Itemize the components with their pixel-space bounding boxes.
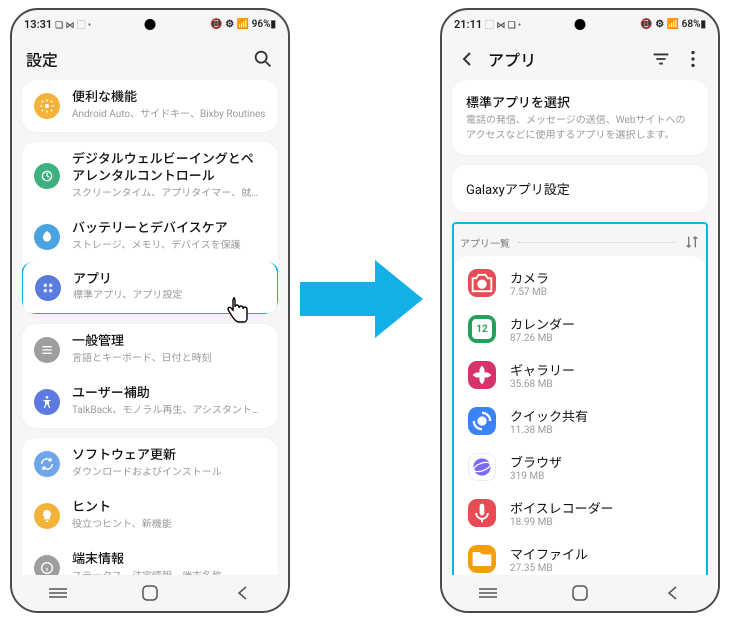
app-list-header: アプリ一覧 bbox=[454, 226, 706, 256]
page-title: 設定 bbox=[26, 47, 242, 71]
status-time: 13:31 bbox=[24, 18, 52, 31]
app-size: 11.38 MB bbox=[510, 425, 588, 436]
general-icon bbox=[34, 337, 60, 363]
apps-scroll[interactable]: 標準アプリを選択 電話の発信、メッセージの送信、Webサイトへのアクセスなどに使… bbox=[442, 80, 718, 575]
item-sub: Android Auto、サイドキー、Bixby Routines bbox=[72, 108, 266, 122]
app-name: クイック共有 bbox=[510, 406, 588, 425]
settings-item-tips[interactable]: ヒント 役立つヒント、新機能 bbox=[22, 490, 278, 542]
nav-home[interactable] bbox=[560, 585, 600, 601]
apps-icon bbox=[35, 275, 61, 301]
item-title: ヒント bbox=[72, 500, 266, 517]
nav-back[interactable] bbox=[222, 585, 262, 601]
app-name: カレンダー bbox=[510, 314, 575, 333]
status-left-icons: ❏ ⋈ ⬚ • bbox=[55, 18, 91, 31]
default-apps-title[interactable]: 標準アプリを選択 bbox=[452, 80, 708, 113]
tips-icon bbox=[34, 503, 60, 529]
app-name: ボイスレコーダー bbox=[510, 498, 614, 517]
nav-back[interactable] bbox=[652, 585, 692, 601]
browser-icon bbox=[468, 453, 496, 481]
item-title: アプリ bbox=[73, 272, 265, 289]
app-list-label: アプリ一覧 bbox=[460, 235, 510, 250]
app-list: カメラ7.57 MB 12 カレンダー87.26 MB ギャラリー35.68 M… bbox=[454, 256, 706, 575]
camera-hole bbox=[575, 19, 586, 30]
app-name: マイファイル bbox=[510, 544, 588, 563]
default-apps-sub: 電話の発信、メッセージの送信、Webサイトへのアクセスなどに使用するアプリを選択… bbox=[452, 113, 708, 155]
item-title: 端末情報 bbox=[72, 552, 266, 569]
share-icon bbox=[468, 407, 496, 435]
gear-plus-icon bbox=[34, 93, 60, 119]
item-sub: ダウンロードおよびインストール bbox=[72, 466, 266, 480]
item-title: デジタルウェルビーイングとペアレンタルコントロール bbox=[72, 152, 266, 186]
item-sub: 言語とキーボード、日付と時刻 bbox=[72, 352, 266, 366]
voice-icon bbox=[468, 499, 496, 527]
app-item-camera[interactable]: カメラ7.57 MB bbox=[454, 260, 706, 306]
app-item-voice[interactable]: ボイスレコーダー18.99 MB bbox=[454, 490, 706, 536]
cursor-hand-icon bbox=[222, 294, 254, 330]
battery-care-icon bbox=[34, 224, 60, 250]
app-item-calendar[interactable]: 12 カレンダー87.26 MB bbox=[454, 306, 706, 352]
status-left-icons: ⬚ ⋈ ❏ • bbox=[485, 18, 521, 31]
more-icon[interactable] bbox=[682, 48, 704, 70]
filter-icon[interactable] bbox=[650, 48, 672, 70]
app-name: ギャラリー bbox=[510, 360, 575, 379]
app-list-highlight: アプリ一覧 カメラ7.57 MB 12 カレンダー87.26 MB ギャラリー3… bbox=[452, 222, 708, 575]
nav-home[interactable] bbox=[130, 585, 170, 601]
settings-item-battery[interactable]: バッテリーとデバイスケア ストレージ、メモリ、デバイスを保護 bbox=[22, 211, 278, 263]
status-right-icons: 📵 ⚙ 📶 96%▮ bbox=[210, 19, 276, 30]
app-size: 27.35 MB bbox=[510, 563, 588, 574]
app-item-quickshare[interactable]: クイック共有11.38 MB bbox=[454, 398, 706, 444]
status-time: 21:11 bbox=[454, 18, 482, 31]
app-size: 35.68 MB bbox=[510, 379, 575, 390]
page-title: アプリ bbox=[488, 47, 640, 71]
app-item-myfiles[interactable]: マイファイル27.35 MB bbox=[454, 536, 706, 575]
back-button[interactable] bbox=[456, 48, 478, 70]
app-name: カメラ bbox=[510, 268, 549, 287]
nav-bar bbox=[12, 575, 288, 611]
camera-hole bbox=[145, 19, 156, 30]
nav-recent[interactable] bbox=[468, 587, 508, 599]
item-sub: ストレージ、メモリ、デバイスを保護 bbox=[72, 239, 266, 253]
sort-icon[interactable] bbox=[684, 234, 700, 250]
item-title: 一般管理 bbox=[72, 334, 266, 351]
app-size: 18.99 MB bbox=[510, 517, 614, 528]
search-icon[interactable] bbox=[252, 48, 274, 70]
app-size: 87.26 MB bbox=[510, 333, 575, 344]
title-bar: 設定 bbox=[12, 38, 288, 80]
app-name: ブラウザ bbox=[510, 452, 562, 471]
wellbeing-icon bbox=[34, 163, 60, 189]
item-sub: 役立つヒント、新機能 bbox=[72, 518, 266, 532]
app-item-gallery[interactable]: ギャラリー35.68 MB bbox=[454, 352, 706, 398]
app-size: 319 MB bbox=[510, 471, 562, 482]
item-title: ソフトウェア更新 bbox=[72, 448, 266, 465]
status-right-icons: 📵 ⚙ 📶 68%▮ bbox=[640, 19, 706, 30]
app-item-browser[interactable]: ブラウザ319 MB bbox=[454, 444, 706, 490]
app-size: 7.57 MB bbox=[510, 287, 549, 298]
settings-item-general[interactable]: 一般管理 言語とキーボード、日付と時刻 bbox=[22, 324, 278, 376]
item-sub: スクリーンタイム、アプリタイマー、就寝モード bbox=[72, 187, 266, 201]
accessibility-icon bbox=[34, 389, 60, 415]
item-sub: TalkBack、モノラル再生、アシスタントメニュー bbox=[72, 404, 266, 418]
update-icon bbox=[34, 451, 60, 477]
settings-item-accessibility[interactable]: ユーザー補助 TalkBack、モノラル再生、アシスタントメニュー bbox=[22, 376, 278, 428]
item-title: バッテリーとデバイスケア bbox=[72, 221, 266, 238]
settings-item-about[interactable]: 端末情報 ステータス、法定情報、端末名称 bbox=[22, 542, 278, 575]
phone-apps: 21:11 ⬚ ⋈ ❏ • 📵 ⚙ 📶 68%▮ アプリ 標準アプリを選択 電話… bbox=[440, 8, 720, 613]
camera-icon bbox=[468, 269, 496, 297]
title-bar: アプリ bbox=[442, 38, 718, 80]
settings-item-wellbeing[interactable]: デジタルウェルビーイングとペアレンタルコントロール スクリーンタイム、アプリタイ… bbox=[22, 142, 278, 211]
item-title: 便利な機能 bbox=[72, 90, 266, 107]
calendar-icon: 12 bbox=[468, 315, 496, 343]
nav-bar bbox=[442, 575, 718, 611]
nav-recent[interactable] bbox=[38, 587, 78, 599]
about-icon bbox=[34, 555, 60, 575]
item-title: ユーザー補助 bbox=[72, 386, 266, 403]
galaxy-app-settings[interactable]: Galaxyアプリ設定 bbox=[452, 165, 708, 212]
arrow-right-icon bbox=[300, 260, 430, 338]
gallery-icon bbox=[468, 361, 496, 389]
settings-item-useful[interactable]: 便利な機能 Android Auto、サイドキー、Bixby Routines bbox=[22, 80, 278, 132]
files-icon bbox=[468, 545, 496, 573]
settings-item-update[interactable]: ソフトウェア更新 ダウンロードおよびインストール bbox=[22, 438, 278, 490]
